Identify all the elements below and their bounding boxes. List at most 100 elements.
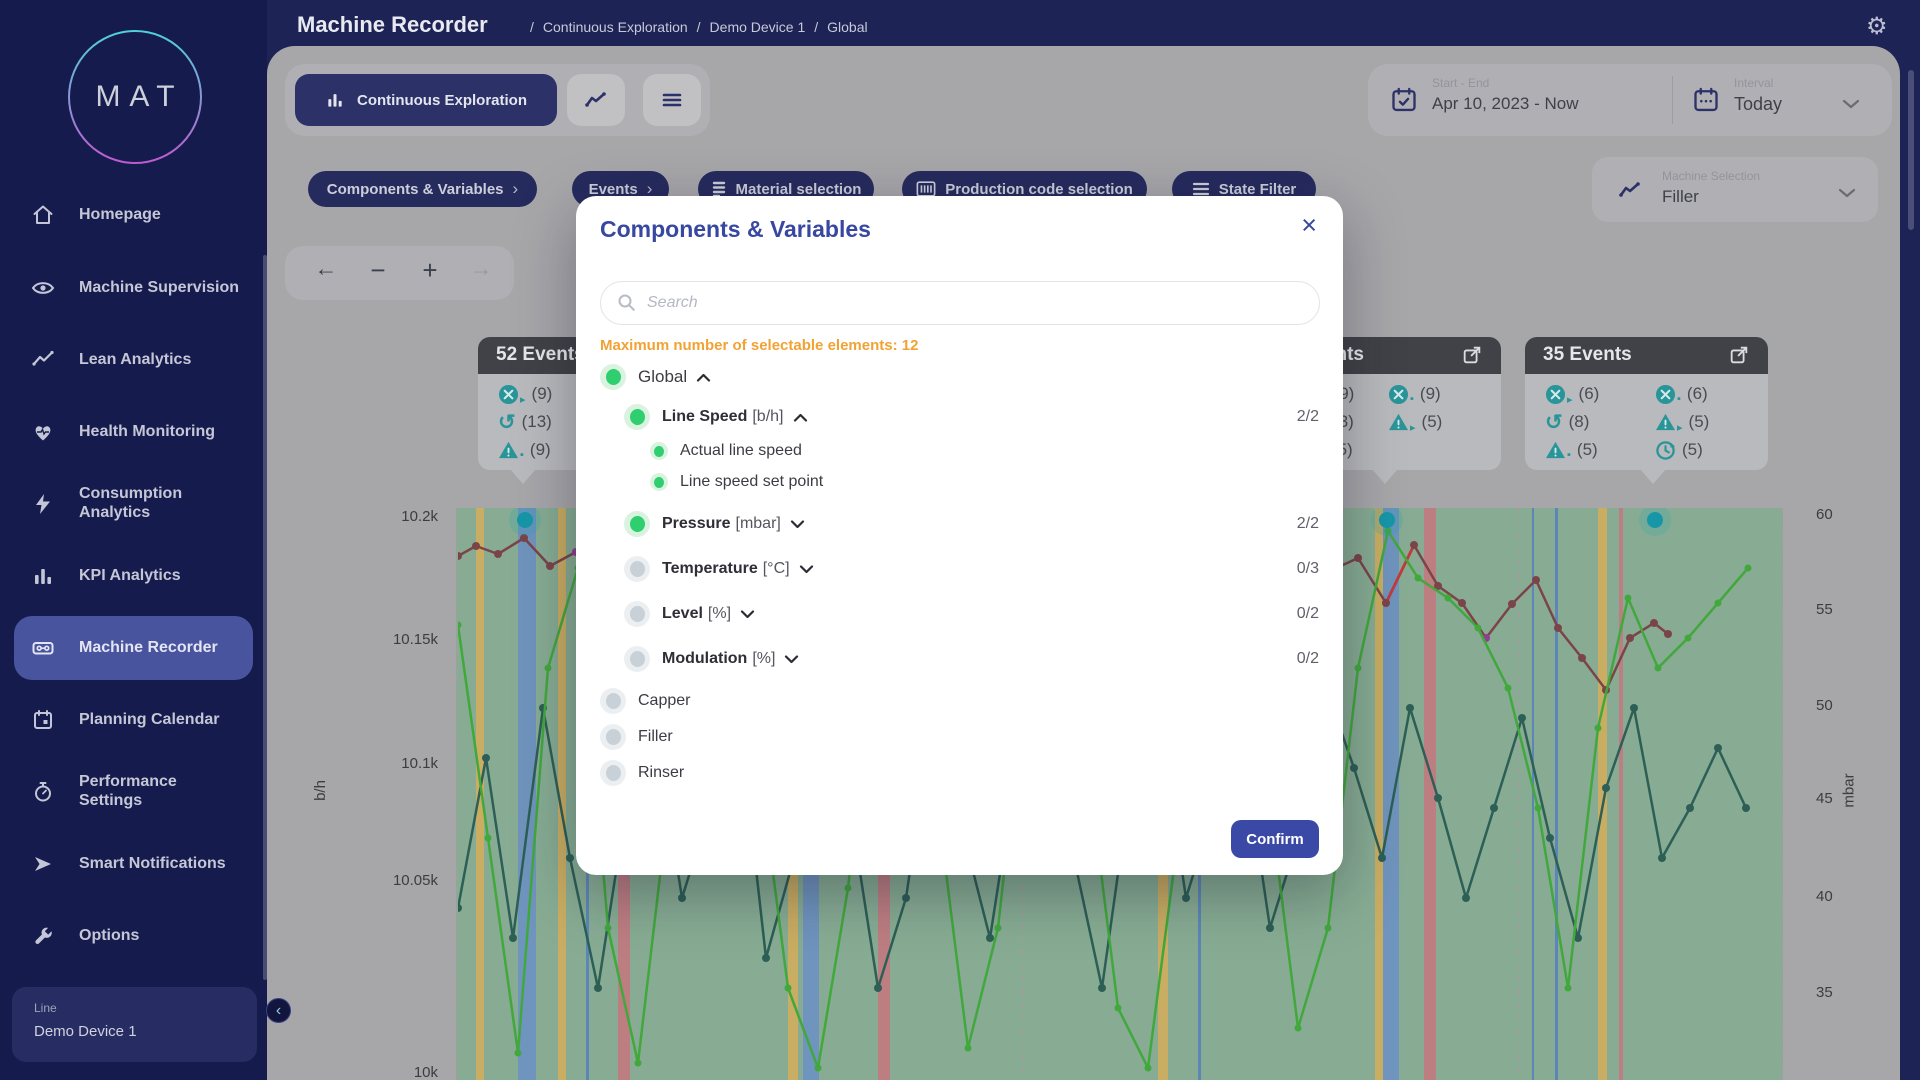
sidebar-item-smart-notifications[interactable]: Smart Notifications (0, 836, 260, 892)
square-marker-icon: ▪ (1567, 449, 1571, 461)
modal-title: Components & Variables (600, 216, 871, 243)
left-axis-tick: 10.05k (352, 872, 438, 889)
radio-unselected[interactable] (624, 556, 650, 582)
radio-selected[interactable] (624, 511, 650, 537)
external-link-icon[interactable] (1728, 344, 1750, 366)
right-axis-tick: 35 (1816, 984, 1876, 1001)
tree-item-actual-line-speed[interactable]: Actual line speed (600, 437, 1319, 465)
chevron-down-icon[interactable] (1838, 185, 1856, 203)
undo-icon: ↺ (1545, 412, 1563, 433)
tab-continuous-exploration[interactable]: Continuous Exploration (295, 74, 557, 126)
right-axis-tick: 50 (1816, 697, 1876, 714)
tree-item-filler[interactable]: Filler (600, 723, 1319, 751)
search-box[interactable] (600, 281, 1320, 325)
device-card[interactable]: Line Demo Device 1 (12, 987, 257, 1062)
event-badge-header: 35 Events (1525, 337, 1768, 374)
date-range-label: Start - End (1432, 76, 1578, 90)
trend-line-icon (31, 348, 55, 372)
breadcrumb-item[interactable]: Demo Device 1 (710, 19, 806, 35)
left-axis-tick: 10.1k (352, 755, 438, 772)
sidebar: MAT Homepage Machine Supervision Lean An… (0, 0, 267, 1080)
page-scrollbar[interactable] (1908, 70, 1914, 230)
badge-pointer (1640, 469, 1666, 484)
radio-unselected[interactable] (624, 646, 650, 672)
tree-item-global[interactable]: Global (600, 363, 1319, 391)
sidebar-item-consumption-analytics[interactable]: Consumption Analytics (0, 476, 260, 532)
date-range-field[interactable]: Start - End Apr 10, 2023 - Now (1432, 76, 1578, 114)
tree-item-rinser[interactable]: Rinser (600, 759, 1319, 787)
bolt-icon (31, 492, 55, 516)
tree-item-level[interactable]: Level[%] 0/2 (600, 600, 1319, 628)
radio-selected[interactable] (624, 404, 650, 430)
chevron-down-icon[interactable] (1842, 96, 1860, 114)
sidebar-item-machine-recorder[interactable]: Machine Recorder (0, 628, 260, 668)
left-axis-tick: 10k (352, 1064, 438, 1080)
confirm-button[interactable]: Confirm (1231, 820, 1319, 858)
tree-item-line-speed[interactable]: Line Speed[b/h] 2/2 (600, 403, 1319, 431)
event-stat: ↺ (8) (1545, 410, 1589, 434)
right-axis-tick: 60 (1816, 506, 1876, 523)
tree-item-capper[interactable]: Capper (600, 687, 1319, 715)
chevron-down-icon[interactable] (740, 610, 755, 619)
chevron-down-icon[interactable] (784, 655, 799, 664)
right-axis-tick: 40 (1816, 888, 1876, 905)
breadcrumb-item[interactable]: Global (827, 19, 867, 35)
zoom-out-button[interactable]: − (358, 255, 398, 291)
wrench-icon (31, 924, 55, 948)
interval-label: Interval (1734, 76, 1782, 90)
tree-item-line-speed-set-point[interactable]: Line speed set point (600, 468, 1319, 496)
sidebar-item-machine-supervision[interactable]: Machine Supervision (0, 260, 260, 316)
breadcrumb-item[interactable]: Continuous Exploration (543, 19, 688, 35)
interval-select[interactable]: Interval Today (1734, 76, 1782, 115)
dot-selected[interactable] (650, 473, 668, 491)
sidebar-item-lean-analytics[interactable]: Lean Analytics (0, 340, 260, 380)
tree-item-temperature[interactable]: Temperature[°C] 0/3 (600, 555, 1319, 583)
max-selectable-warning: Maximum number of selectable elements: 1… (600, 337, 918, 354)
event-badge-title: 52 Events (496, 344, 585, 366)
play-marker-icon: ▸ (520, 393, 526, 406)
radio-unselected[interactable] (624, 601, 650, 627)
x-circle-icon (1388, 384, 1409, 405)
event-stat: ▸ (5) (1655, 410, 1709, 434)
sidebar-item-kpi-analytics[interactable]: KPI Analytics (0, 556, 260, 596)
radio-unselected[interactable] (600, 688, 626, 714)
breadcrumb-separator: / (697, 19, 701, 35)
sidebar-item-homepage[interactable]: Homepage (0, 195, 260, 235)
chip-components-variables[interactable]: Components & Variables › (308, 171, 537, 207)
dot-selected[interactable] (650, 442, 668, 460)
chip-label: Production code selection (945, 181, 1133, 198)
sidebar-item-options[interactable]: Options (0, 916, 260, 956)
line-chart-icon (1618, 180, 1642, 205)
sidebar-item-performance-settings[interactable]: Performance Settings (0, 764, 260, 820)
chevron-up-icon[interactable] (793, 413, 808, 422)
line-view-button[interactable] (567, 74, 625, 126)
external-link-icon[interactable] (1461, 344, 1483, 366)
tab-label: Continuous Exploration (357, 92, 527, 109)
chevron-up-icon[interactable] (696, 373, 711, 382)
sidebar-item-planning-calendar[interactable]: Planning Calendar (0, 692, 260, 748)
list-view-button[interactable] (643, 74, 701, 126)
tree-item-modulation[interactable]: Modulation[%] 0/2 (600, 645, 1319, 673)
chevron-down-icon[interactable] (790, 520, 805, 529)
warning-triangle-icon (1655, 412, 1676, 433)
radio-unselected[interactable] (600, 724, 626, 750)
sidebar-item-health-monitoring[interactable]: Health Monitoring (0, 412, 260, 452)
radio-selected[interactable] (600, 364, 626, 390)
breadcrumb: / Continuous Exploration / Demo Device 1… (530, 19, 868, 35)
event-stat: ▪ (5) (1545, 438, 1598, 462)
radio-unselected[interactable] (600, 760, 626, 786)
zoom-in-button[interactable]: + (410, 255, 450, 291)
selection-count: 0/2 (1297, 650, 1319, 668)
sidebar-scrollbar[interactable] (263, 255, 267, 980)
settings-gear-icon[interactable]: ⚙ (1866, 12, 1888, 41)
brand-logo: MAT (68, 30, 202, 164)
nav-back-button[interactable]: ← (306, 255, 346, 291)
nav-forward-button[interactable]: → (461, 255, 501, 291)
chevron-down-icon[interactable] (799, 565, 814, 574)
search-input[interactable] (647, 294, 1303, 312)
tree-item-pressure[interactable]: Pressure[mbar] 2/2 (600, 510, 1319, 538)
page-title: Machine Recorder (297, 12, 488, 38)
sidebar-collapse-button[interactable]: ‹ (266, 998, 291, 1023)
interval-value: Today (1734, 94, 1782, 115)
close-icon[interactable]: × (1301, 212, 1317, 239)
